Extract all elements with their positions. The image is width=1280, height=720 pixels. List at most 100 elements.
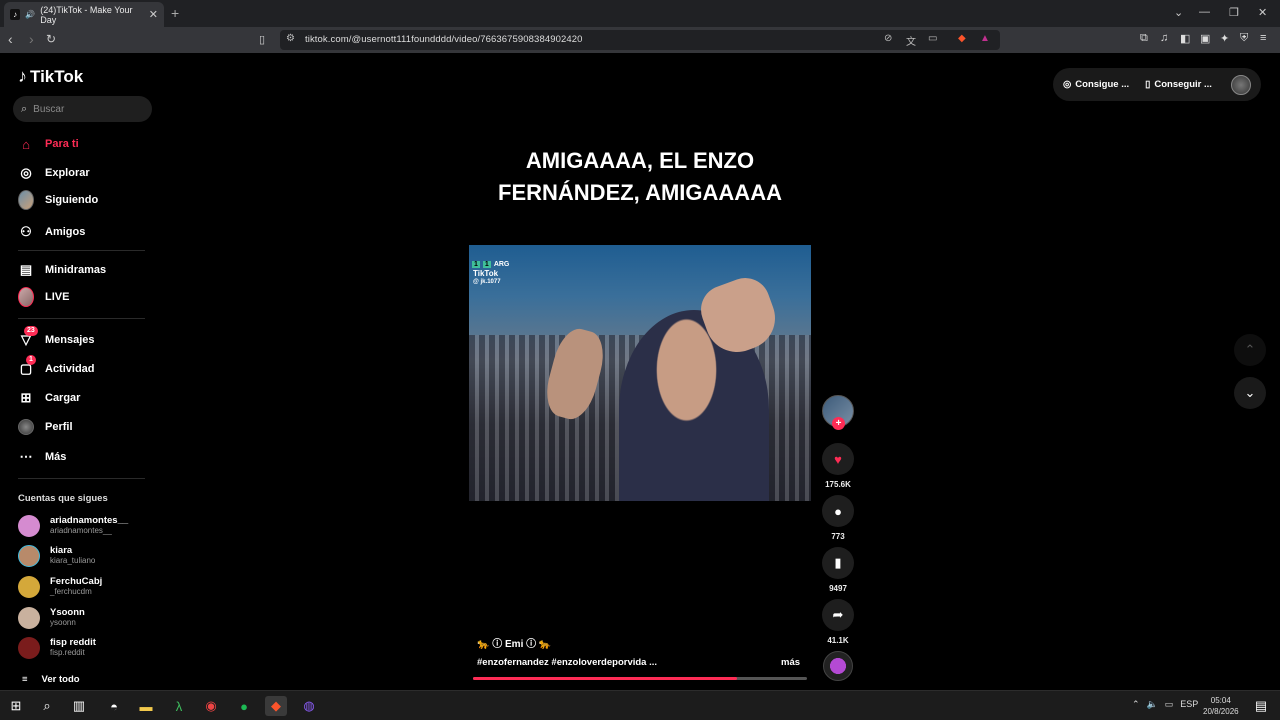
translate-icon[interactable]: 文: [906, 33, 916, 48]
search-input[interactable]: [33, 103, 134, 115]
address-bar[interactable]: ⚙ tiktok.com/@usernott111foundddd/video/…: [280, 30, 1000, 50]
app-icon[interactable]: ◓: [103, 696, 125, 716]
brave-icon[interactable]: ◆: [265, 696, 287, 716]
logo-text: TikTok: [30, 66, 84, 86]
followed-account[interactable]: FerchuCabj _ferchucdm: [18, 576, 102, 598]
profile-avatar-button[interactable]: [1231, 74, 1251, 95]
follow-plus-icon[interactable]: +: [832, 417, 845, 430]
bookmark-icon[interactable]: ▯: [259, 33, 265, 46]
video-progress-bar[interactable]: [473, 677, 807, 680]
sidebar-item-actividad[interactable]: ▢ 1 Actividad: [18, 355, 95, 377]
followed-account[interactable]: kiara kiara_tuliano: [18, 545, 95, 567]
sound-avatar[interactable]: [823, 651, 853, 681]
sidebar-item-label: Perfil: [45, 421, 73, 433]
spotify-icon[interactable]: ●: [233, 696, 255, 716]
task-view-icon[interactable]: ▥: [68, 696, 90, 716]
sidebar-item-explorar[interactable]: ◎ Explorar: [18, 165, 89, 181]
video-hashtags[interactable]: #enzofernandez #enzoloverdeporvida ...: [477, 657, 657, 668]
sidebar-item-label: Más: [45, 451, 67, 463]
comment-icon: ●: [822, 495, 854, 527]
film-icon: ▤: [19, 262, 33, 277]
activity-badge: 1: [26, 355, 36, 365]
leo-ai-icon[interactable]: ✦: [1220, 32, 1229, 45]
maximize-button[interactable]: ❐: [1229, 6, 1239, 19]
followed-account[interactable]: Ysoonn ysoonn: [18, 607, 85, 629]
search-box[interactable]: ⌕: [13, 96, 152, 122]
language-indicator[interactable]: ESP: [1180, 699, 1198, 710]
vpn-icon[interactable]: ⛨: [1240, 32, 1248, 45]
sidebar-item-amigos[interactable]: ⚇ Amigos: [18, 224, 85, 240]
video-player[interactable]: TikTok @ jk.1077 1 1 ARG: [469, 245, 811, 501]
app-icon[interactable]: ◉: [200, 696, 222, 716]
save-button[interactable]: ▮ 9497: [822, 547, 854, 593]
url-text[interactable]: tiktok.com/@usernott111foundddd/video/76…: [305, 34, 583, 45]
menu-icon[interactable]: ≡: [1260, 32, 1266, 44]
get-coins-button[interactable]: ◎ Consigue ...: [1063, 79, 1129, 90]
live-avatar: [18, 287, 34, 307]
sidebar-item-siguiendo[interactable]: Siguiendo: [18, 190, 98, 210]
search-icon[interactable]: ⌕: [36, 696, 58, 716]
score-right: 1: [482, 261, 491, 268]
network-icon[interactable]: ▭: [1165, 699, 1174, 710]
sidebar-item-cargar[interactable]: ⊞ Cargar: [18, 390, 81, 406]
new-tab-button[interactable]: +: [171, 5, 179, 21]
account-name: FerchuCabj: [50, 576, 103, 587]
tiktok-logo[interactable]: ♪ TikTok: [18, 66, 83, 87]
cast-icon[interactable]: ▭: [928, 33, 937, 44]
bookmark-icon: ▮: [822, 547, 854, 579]
browser-tab[interactable]: ♪ 🔊 (24)TikTok - Make Your Day ✕: [4, 2, 164, 27]
caption-line-2: FERNÁNDEZ, AMIGAAAAA: [498, 180, 782, 205]
sidebar-item-para-ti[interactable]: ⌂ Para ti: [18, 136, 79, 152]
app-icon[interactable]: ◍: [298, 696, 320, 716]
comment-button[interactable]: ● 773: [822, 495, 854, 541]
like-button[interactable]: ♥ 175.6K: [822, 443, 854, 489]
previous-video-button[interactable]: ⌃: [1234, 334, 1266, 366]
account-name: fisp reddit: [50, 637, 96, 648]
video-author[interactable]: 🐆 ⓘ Emi ⓘ 🐆: [477, 635, 551, 650]
account-handle: kiara_tuliano: [50, 556, 96, 565]
brave-shields-icon[interactable]: ◆: [958, 33, 966, 44]
music-icon[interactable]: ♫: [1160, 32, 1168, 44]
sidebar-item-minidramas[interactable]: ▤ Minidramas: [18, 262, 106, 278]
no-tracking-icon[interactable]: ⊘: [884, 33, 892, 44]
sidebar-icon[interactable]: ◧: [1180, 32, 1190, 45]
tab-search-icon[interactable]: ⌄: [1174, 6, 1183, 19]
see-all-button[interactable]: ≡ Ver todo: [22, 674, 80, 685]
watermark-user: @ jk.1077: [473, 279, 501, 285]
sidebar-item-live[interactable]: LIVE: [18, 287, 69, 307]
speaker-icon[interactable]: 🔊: [25, 10, 35, 19]
share-icon: ➦: [822, 599, 854, 631]
sidebar-item-mas[interactable]: ⋯ Más: [18, 449, 67, 465]
notifications-icon[interactable]: ▤: [1250, 696, 1272, 716]
chevron-up-icon[interactable]: ⌃: [1132, 699, 1140, 710]
next-video-button[interactable]: ⌄: [1234, 377, 1266, 409]
site-info-icon[interactable]: ⚙: [286, 33, 295, 44]
app-icon[interactable]: λ: [168, 696, 190, 716]
video-watermark: TikTok @ jk.1077: [473, 249, 501, 287]
back-icon[interactable]: ‹: [8, 31, 13, 47]
minimize-button[interactable]: —: [1199, 6, 1210, 18]
forward-icon[interactable]: ›: [29, 31, 34, 47]
followed-account[interactable]: fisp reddit fisp.reddit: [18, 637, 96, 659]
more-button[interactable]: más: [781, 657, 800, 668]
close-window-button[interactable]: ✕: [1258, 6, 1267, 19]
account-name: ariadnamontes__: [50, 515, 129, 526]
sidebar-item-mensajes[interactable]: ▽ 23 Mensajes: [18, 326, 95, 348]
clock[interactable]: 05:04 20/8/2026: [1203, 695, 1239, 717]
get-app-button[interactable]: ▯ Conseguir ...: [1145, 79, 1212, 90]
file-explorer-icon[interactable]: ▬: [135, 696, 157, 716]
extensions-icon[interactable]: ⧉: [1140, 32, 1148, 45]
volume-icon[interactable]: 🔈: [1147, 699, 1158, 710]
sidebar-item-perfil[interactable]: Perfil: [18, 419, 73, 435]
reload-icon[interactable]: ↻: [46, 32, 56, 46]
brave-rewards-icon[interactable]: ▲: [980, 33, 990, 44]
tab-close-icon[interactable]: ✕: [149, 8, 158, 21]
time: 05:04: [1210, 696, 1231, 705]
share-button[interactable]: ➦ 41.1K: [822, 599, 854, 645]
upload-icon: ⊞: [20, 390, 32, 405]
wallet-icon[interactable]: ▣: [1200, 32, 1210, 45]
windows-start-icon[interactable]: ⊞: [5, 696, 27, 716]
tiktok-note-icon: ♪: [18, 66, 27, 86]
followed-account[interactable]: ariadnamontes__ ariadnamontes__: [18, 515, 128, 537]
account-name: kiara: [50, 545, 73, 556]
